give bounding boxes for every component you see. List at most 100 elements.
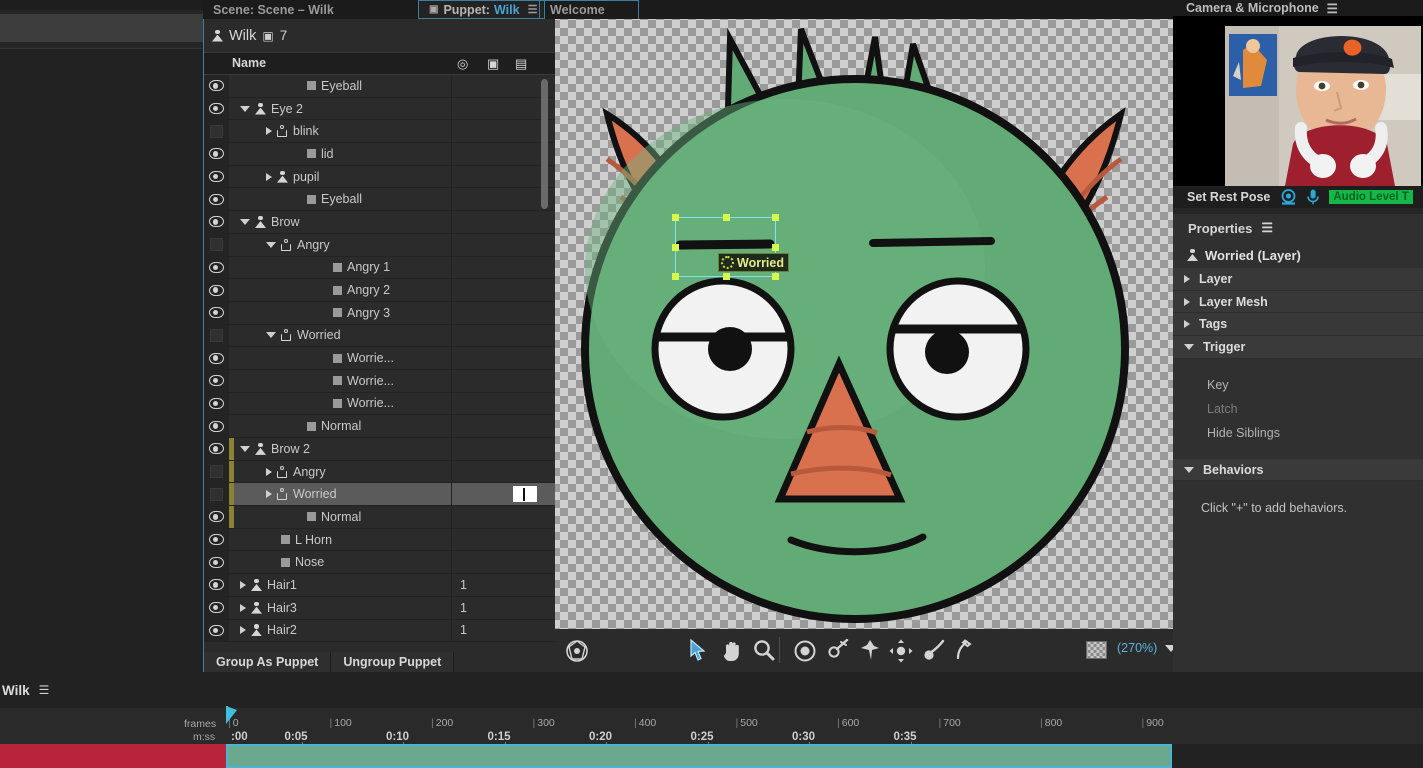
properties-section-layer[interactable]: Layer (1173, 268, 1423, 291)
layer-name-cell[interactable]: Angry (266, 234, 330, 256)
chevron-right-icon[interactable] (266, 172, 272, 181)
chevron-right-icon[interactable] (266, 467, 272, 476)
layer-name-cell[interactable]: Worrie... (318, 393, 394, 415)
layer-name-cell[interactable]: Brow 2 (240, 438, 310, 460)
stick-pin-icon[interactable] (859, 639, 881, 661)
origin-target-icon[interactable] (793, 639, 817, 663)
layer-name-cell[interactable]: pupil (266, 166, 319, 188)
layer-row[interactable]: Angry 1 (204, 256, 556, 280)
layer-row[interactable]: Hair2 1 (204, 619, 556, 643)
canvas-artboard[interactable]: Worried (555, 19, 1173, 629)
layer-visibility-toggle[interactable] (204, 596, 229, 619)
layer-trigger-cell[interactable] (451, 347, 511, 369)
layer-name-cell[interactable]: Hair3 (240, 597, 297, 619)
layer-row[interactable]: Worrie... (204, 347, 556, 370)
tab-welcome[interactable]: Welcome (539, 0, 639, 19)
layer-trigger-cell[interactable] (451, 301, 511, 324)
selection-handle[interactable] (672, 244, 679, 251)
layer-visibility-toggle[interactable] (204, 369, 229, 392)
dragger-icon[interactable] (923, 639, 945, 661)
layer-visibility-toggle[interactable] (204, 392, 229, 415)
layer-visibility-toggle[interactable] (204, 347, 229, 369)
layer-visibility-toggle[interactable] (204, 460, 229, 483)
layer-trigger-cell[interactable] (451, 415, 511, 437)
trigger-key-input[interactable] (513, 486, 537, 503)
pen-stick-icon[interactable] (955, 639, 977, 661)
layer-trigger-cell[interactable] (451, 165, 511, 188)
webcam-icon[interactable] (1280, 189, 1297, 205)
layer-trigger-cell[interactable] (451, 392, 511, 415)
selection-handle[interactable] (723, 214, 730, 221)
layer-visibility-toggle[interactable] (204, 551, 229, 574)
layer-row[interactable]: Brow (204, 211, 556, 234)
selection-handle[interactable] (672, 214, 679, 221)
group-as-puppet-button[interactable]: Group As Puppet (204, 652, 332, 672)
layer-trigger-cell[interactable] (451, 233, 511, 256)
layer-row[interactable]: Worrie... (204, 392, 556, 416)
microphone-icon[interactable] (1307, 189, 1320, 205)
left-panel-selected-row[interactable] (0, 14, 203, 42)
layer-trigger-cell[interactable] (451, 551, 511, 574)
layer-visibility-toggle[interactable] (204, 188, 229, 211)
set-rest-pose-button[interactable]: Set Rest Pose (1187, 190, 1270, 204)
properties-section-tags[interactable]: Tags (1173, 313, 1423, 337)
layer-name-cell[interactable]: Normal (292, 506, 361, 528)
playhead[interactable] (226, 706, 237, 724)
layer-name-cell[interactable]: Nose (266, 551, 324, 573)
chevron-right-icon[interactable] (266, 490, 272, 499)
layer-visibility-toggle[interactable] (204, 324, 229, 347)
layer-name-cell[interactable]: lid (292, 143, 334, 165)
layer-visibility-toggle[interactable] (204, 415, 229, 437)
chevron-down-icon[interactable] (266, 332, 276, 339)
layer-visibility-toggle[interactable] (204, 143, 229, 165)
layer-visibility-toggle[interactable] (204, 233, 229, 256)
chevron-down-icon[interactable] (240, 105, 250, 112)
layer-name-cell[interactable]: Eyeball (292, 188, 362, 210)
selection-handle[interactable] (772, 273, 779, 280)
layer-name-cell[interactable]: Angry 2 (318, 279, 390, 301)
timeline-track-b[interactable] (226, 744, 1172, 768)
layer-name-cell[interactable]: Worrie... (318, 370, 394, 392)
layer-trigger-cell[interactable] (451, 528, 511, 551)
layer-trigger-cell[interactable] (451, 279, 511, 301)
layer-visibility-toggle[interactable] (204, 97, 229, 120)
camera-icon[interactable]: ▣ (487, 56, 499, 72)
layer-trigger-cell[interactable]: 1 (451, 574, 511, 596)
properties-section-trigger[interactable]: Trigger (1173, 336, 1423, 359)
chevron-right-icon[interactable] (240, 626, 246, 635)
layer-trigger-cell[interactable] (451, 369, 511, 392)
layer-name-cell[interactable]: Normal (292, 415, 361, 437)
layer-visibility-toggle[interactable] (204, 279, 229, 301)
layer-row[interactable]: Brow 2 (204, 438, 556, 461)
layer-row[interactable]: Worrie... (204, 369, 556, 393)
chevron-right-icon[interactable] (240, 603, 246, 612)
layer-name-cell[interactable]: Worried (266, 325, 341, 347)
hamburger-icon[interactable]: ☰ (1261, 220, 1273, 236)
layer-row[interactable]: Angry 3 (204, 301, 556, 325)
chevron-down-icon[interactable] (266, 241, 276, 248)
layer-row[interactable]: Normal (204, 506, 556, 529)
selection-handle[interactable] (772, 244, 779, 251)
chevron-right-icon[interactable] (266, 127, 272, 136)
layer-list[interactable]: Eyeball Eye 2 blink lid pupil Eyeball Brow Angr… (204, 75, 556, 652)
chevron-down-icon[interactable] (240, 445, 250, 452)
layer-row[interactable]: Eyeball (204, 75, 556, 98)
trigger-item-hide-siblings[interactable]: Hide Siblings (1173, 420, 1423, 445)
ungroup-puppet-button[interactable]: Ungroup Puppet (331, 652, 455, 672)
layer-trigger-cell[interactable] (451, 188, 511, 211)
layer-trigger-cell[interactable] (451, 460, 511, 483)
layer-row[interactable]: blink (204, 120, 556, 144)
layer-name-cell[interactable]: Worried (266, 483, 337, 505)
timeline-track-a[interactable] (0, 744, 226, 768)
layer-trigger-cell[interactable] (451, 438, 511, 460)
layer-row[interactable]: Hair3 1 (204, 596, 556, 620)
keyboard-icon[interactable]: ▤ (515, 56, 527, 72)
tab-scene[interactable]: Scene: Scene – Wilk (203, 0, 389, 19)
properties-section-behaviors[interactable]: Behaviors (1173, 458, 1423, 482)
layer-row[interactable]: pupil (204, 165, 556, 189)
layer-list-scrollbar[interactable] (541, 79, 548, 209)
chevron-down-icon[interactable] (240, 218, 250, 225)
layer-visibility-toggle[interactable] (204, 528, 229, 551)
tab-puppet[interactable]: ▣ Puppet: Wilk ☰ (418, 0, 545, 19)
trigger-item-latch[interactable]: Latch (1173, 396, 1423, 421)
